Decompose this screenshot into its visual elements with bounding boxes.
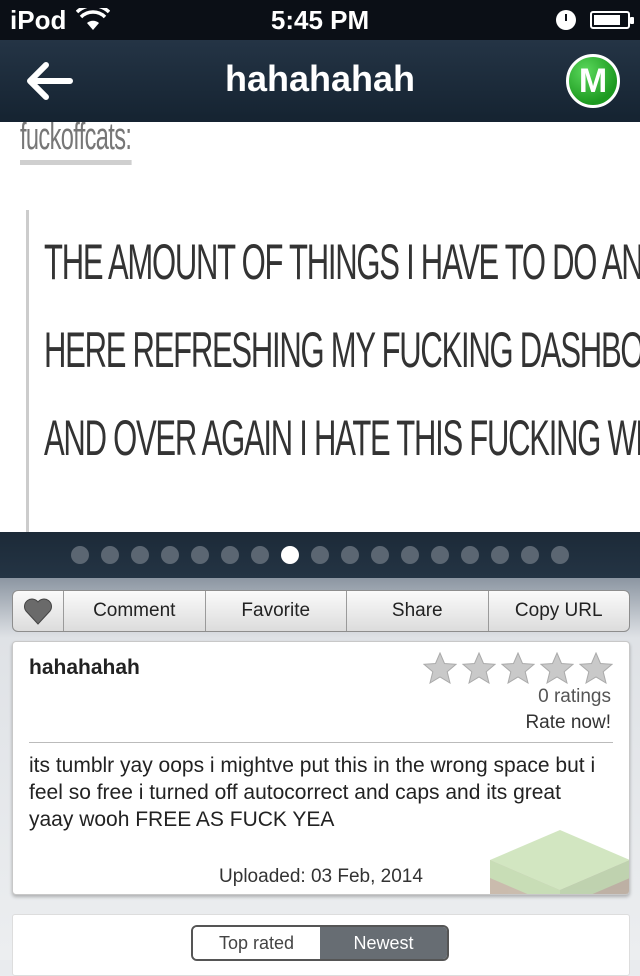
page-dot[interactable] bbox=[251, 546, 269, 564]
upload-date: Uploaded: 03 Feb, 2014 bbox=[219, 866, 423, 887]
page-dot[interactable] bbox=[431, 546, 449, 564]
page-dot[interactable] bbox=[521, 546, 539, 564]
page-dot[interactable] bbox=[341, 546, 359, 564]
page-dot[interactable] bbox=[311, 546, 329, 564]
image-username: fuckoffcats: bbox=[20, 122, 132, 165]
card-title: hahahahah bbox=[29, 656, 140, 679]
favorite-button[interactable]: Favorite bbox=[204, 591, 347, 631]
star-icon[interactable] bbox=[462, 652, 496, 684]
star-icon[interactable] bbox=[579, 652, 613, 684]
m-button[interactable]: M bbox=[566, 54, 620, 108]
page-dot[interactable] bbox=[401, 546, 419, 564]
details-area: Comment Favorite Share Copy URL hahahaha… bbox=[0, 578, 640, 976]
page-dot[interactable] bbox=[221, 546, 239, 564]
quote-line: HERE REFRESHING MY FUCKING DASHBOARD OVE… bbox=[44, 322, 640, 378]
star-icon[interactable] bbox=[423, 652, 457, 684]
quote-line: THE AMOUNT OF THINGS I HAVE TO DO AND I'… bbox=[44, 234, 640, 290]
star-icon[interactable] bbox=[501, 652, 535, 684]
comment-button[interactable]: Comment bbox=[63, 591, 205, 631]
post-image[interactable]: fuckoffcats: THE AMOUNT OF THINGS I HAVE… bbox=[0, 122, 640, 532]
quote-text: THE AMOUNT OF THINGS I HAVE TO DO AND I'… bbox=[44, 218, 640, 482]
page-dot[interactable] bbox=[371, 546, 389, 564]
comments-panel: Top rated Newest bbox=[12, 914, 630, 976]
sort-segmented-control: Top rated Newest bbox=[191, 925, 449, 961]
quote-bar bbox=[26, 210, 29, 532]
back-arrow-icon[interactable] bbox=[22, 60, 74, 102]
status-bar: iPod 5:45 PM bbox=[0, 0, 640, 40]
sort-top-rated[interactable]: Top rated bbox=[193, 927, 320, 959]
heart-icon bbox=[24, 598, 52, 625]
page-dot[interactable] bbox=[281, 546, 299, 564]
alarm-icon bbox=[556, 10, 576, 30]
page-dot[interactable] bbox=[461, 546, 479, 564]
status-time: 5:45 PM bbox=[270, 4, 370, 35]
page-dot[interactable] bbox=[551, 546, 569, 564]
page-dot[interactable] bbox=[191, 546, 209, 564]
page-dot[interactable] bbox=[131, 546, 149, 564]
battery-icon bbox=[590, 11, 634, 29]
rate-now-link[interactable]: Rate now! bbox=[525, 712, 611, 734]
page-title: hahahahah bbox=[224, 58, 416, 99]
action-bar: Comment Favorite Share Copy URL bbox=[12, 590, 630, 632]
page-dot[interactable] bbox=[491, 546, 509, 564]
quote-line: AND OVER AGAIN I HATE THIS FUCKING WEBSI… bbox=[44, 410, 640, 466]
star-icon[interactable] bbox=[540, 652, 574, 684]
page-dot[interactable] bbox=[101, 546, 119, 564]
page-dot[interactable] bbox=[71, 546, 89, 564]
share-button[interactable]: Share bbox=[346, 591, 488, 631]
divider bbox=[29, 742, 613, 743]
page-indicator[interactable] bbox=[0, 532, 640, 578]
page-dot[interactable] bbox=[161, 546, 179, 564]
star-rating[interactable] bbox=[423, 652, 613, 684]
ratings-count: 0 ratings bbox=[538, 686, 611, 707]
like-button[interactable] bbox=[13, 591, 63, 631]
post-card: hahahahah 0 ratings Rate now! its tumblr… bbox=[12, 641, 630, 895]
navigation-bar: hahahahah M bbox=[0, 40, 640, 123]
sort-newest[interactable]: Newest bbox=[320, 927, 447, 959]
copy-url-button[interactable]: Copy URL bbox=[487, 591, 630, 631]
